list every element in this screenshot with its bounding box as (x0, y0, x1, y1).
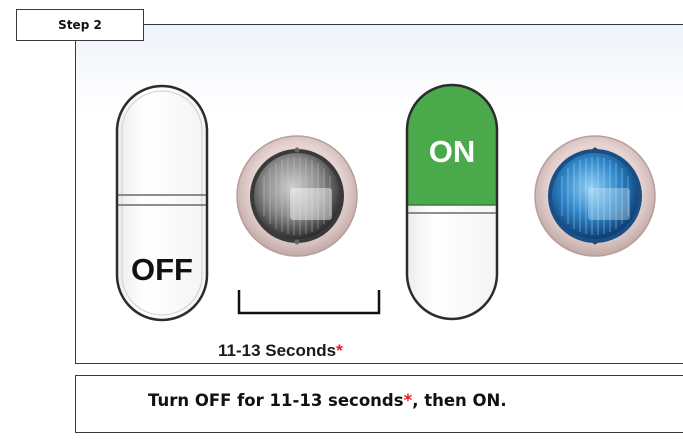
instruction-asterisk: * (403, 391, 413, 410)
duration-bracket (237, 290, 381, 315)
duration-asterisk: * (336, 341, 343, 360)
off-switch: OFF (115, 84, 209, 322)
light-on-icon (534, 135, 656, 257)
duration-caption: 11-13 Seconds* (218, 341, 343, 361)
instruction-main: Turn OFF for 11-13 seconds (148, 391, 404, 410)
on-switch: ON (405, 83, 499, 321)
instruction-tail: , then ON. (412, 391, 507, 410)
on-label: ON (429, 134, 476, 169)
off-label: OFF (131, 252, 193, 287)
step-label: Step 2 (16, 9, 144, 41)
duration-text: 11-13 Seconds (218, 341, 337, 360)
light-off-icon (236, 135, 358, 257)
instruction-text: Turn OFF for 11-13 seconds*, then ON. (148, 391, 507, 410)
